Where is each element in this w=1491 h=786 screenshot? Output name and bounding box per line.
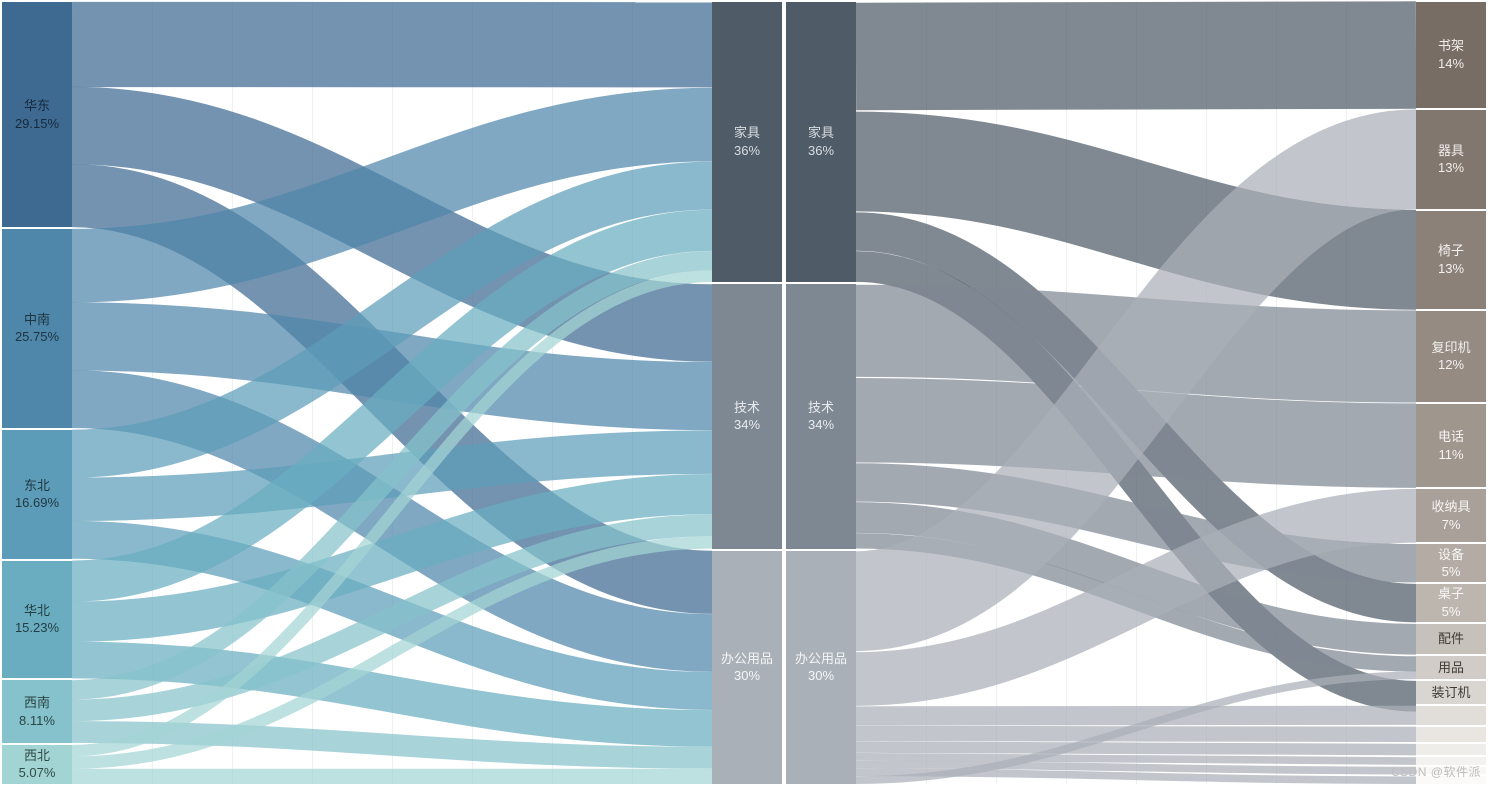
sankey-category-to-subcategory[interactable]: 家具36%技术34%办公用品30%书架14%器具13%椅子13%复印机12%电话…: [786, 2, 1486, 784]
sankey-flow[interactable]: [856, 757, 1416, 761]
sankey-flow[interactable]: [856, 55, 1416, 56]
sankey-flow[interactable]: [856, 733, 1416, 734]
sankey-region-to-category[interactable]: 华东29.15%中南25.75%东北16.69%华北15.23%西南8.11%西…: [2, 2, 782, 784]
sankey-flow[interactable]: [856, 715, 1416, 716]
sankey-flow[interactable]: [856, 747, 1416, 750]
watermark: CSDN @软件派: [1391, 763, 1481, 780]
sankey-flows: [786, 2, 1486, 784]
sankey-dashboard: 华东29.15%中南25.75%东北16.69%华北15.23%西南8.11%西…: [0, 0, 1491, 786]
sankey-flows: [2, 2, 782, 784]
